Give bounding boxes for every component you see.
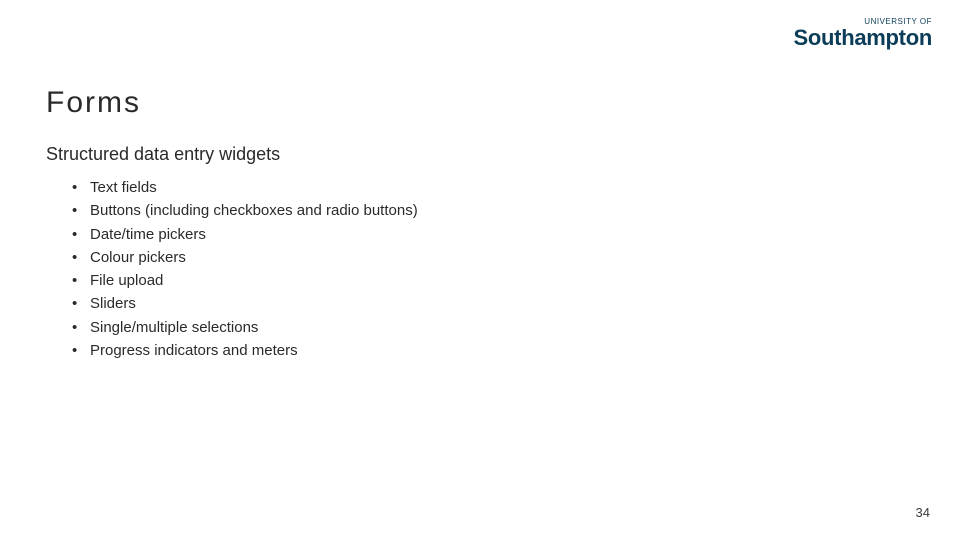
bullet-item: Colour pickers (72, 246, 418, 269)
university-logo: UNIVERSITY OF Southampton (794, 18, 932, 49)
logo-main-text: Southampton (794, 25, 932, 50)
bullet-item: Single/multiple selections (72, 316, 418, 339)
bullet-list: Text fields Buttons (including checkboxe… (72, 176, 418, 362)
bullet-item: Text fields (72, 176, 418, 199)
logo-main: Southampton (794, 27, 932, 49)
slide: UNIVERSITY OF Southampton Forms Structur… (0, 0, 960, 540)
bullet-item: Date/time pickers (72, 223, 418, 246)
bullet-item: File upload (72, 269, 418, 292)
bullet-item: Progress indicators and meters (72, 339, 418, 362)
slide-subtitle: Structured data entry widgets (46, 144, 280, 165)
bullet-item: Buttons (including checkboxes and radio … (72, 199, 418, 222)
bullet-item: Sliders (72, 292, 418, 315)
slide-title: Forms (46, 86, 141, 120)
page-number: 34 (916, 505, 930, 520)
